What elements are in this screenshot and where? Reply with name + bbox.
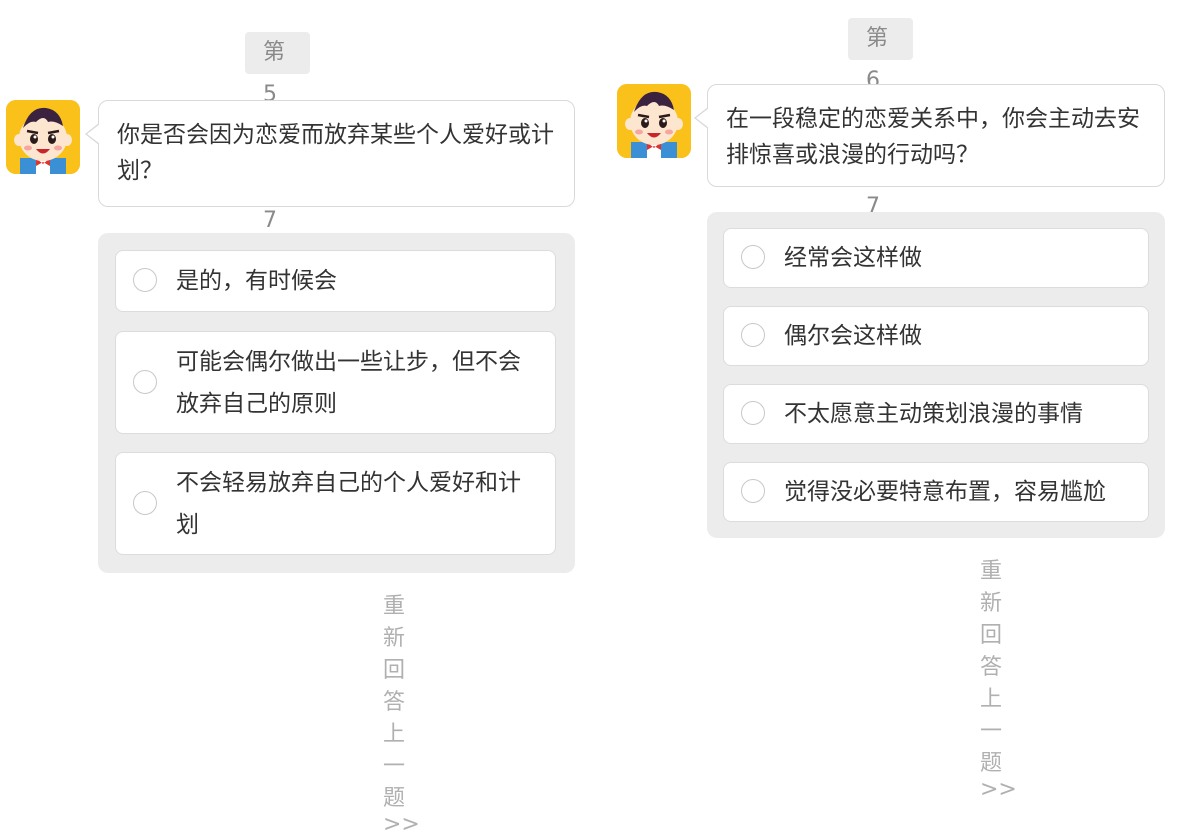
option-2[interactable]: 偶尔会这样做 bbox=[723, 306, 1149, 366]
cartoon-boy-avatar-icon bbox=[617, 84, 691, 158]
question-bubble: 你是否会因为恋爱而放弃某些个人爱好或计划？ bbox=[85, 100, 575, 207]
option-label: 偶尔会这样做 bbox=[784, 323, 922, 349]
option-1[interactable]: 是的，有时候会 bbox=[115, 250, 556, 312]
radio-circle-icon[interactable] bbox=[741, 401, 765, 425]
option-label: 不太愿意主动策划浪漫的事情 bbox=[784, 401, 1083, 427]
options-container: 经常会这样做 偶尔会这样做 不太愿意主动策划浪漫的事情 觉得没必要特意布置，容易… bbox=[707, 212, 1165, 538]
option-3[interactable]: 不会轻易放弃自己的个人爱好和计划 bbox=[115, 452, 556, 555]
question-counter: 第6题/共7题 bbox=[848, 18, 914, 261]
option-4[interactable]: 觉得没必要特意布置，容易尴尬 bbox=[723, 462, 1149, 522]
option-2[interactable]: 可能会偶尔做出一些让步，但不会放弃自己的原则 bbox=[115, 331, 556, 434]
options-container: 是的，有时候会 可能会偶尔做出一些让步，但不会放弃自己的原则 不会轻易放弃自己的… bbox=[98, 233, 575, 573]
option-label: 觉得没必要特意布置，容易尴尬 bbox=[784, 479, 1106, 505]
option-3[interactable]: 不太愿意主动策划浪漫的事情 bbox=[723, 384, 1149, 444]
question-text: 在一段稳定的恋爱关系中，你会主动去安排惊喜或浪漫的行动吗？ bbox=[726, 106, 1140, 168]
option-label: 经常会这样做 bbox=[784, 245, 922, 271]
radio-circle-icon[interactable] bbox=[133, 369, 157, 394]
radio-circle-icon[interactable] bbox=[741, 323, 765, 347]
redo-previous-link[interactable]: 重新回答上一题>> bbox=[980, 553, 1017, 802]
question-text: 你是否会因为恋爱而放弃某些个人爱好或计划？ bbox=[117, 122, 554, 184]
question-counter: 第5题/共7题 bbox=[245, 32, 311, 275]
question-bubble: 在一段稳定的恋爱关系中，你会主动去安排惊喜或浪漫的行动吗？ bbox=[694, 84, 1165, 187]
cartoon-boy-avatar-icon bbox=[6, 100, 80, 174]
option-label: 可能会偶尔做出一些让步，但不会放弃自己的原则 bbox=[176, 348, 521, 417]
radio-circle-icon[interactable] bbox=[133, 268, 157, 292]
option-label: 是的，有时候会 bbox=[176, 268, 337, 294]
option-1[interactable]: 经常会这样做 bbox=[723, 228, 1149, 288]
radio-circle-icon[interactable] bbox=[133, 490, 157, 515]
option-label: 不会轻易放弃自己的个人爱好和计划 bbox=[176, 469, 521, 538]
radio-circle-icon[interactable] bbox=[741, 245, 765, 269]
radio-circle-icon[interactable] bbox=[741, 479, 765, 503]
redo-previous-link[interactable]: 重新回答上一题>> bbox=[383, 588, 420, 837]
